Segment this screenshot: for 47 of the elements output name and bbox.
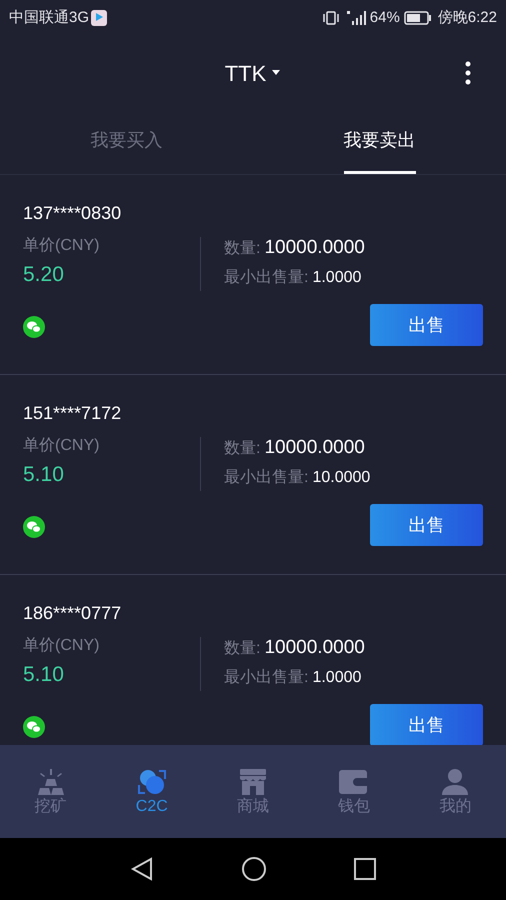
app-notification-icon <box>91 10 108 26</box>
quantity-value: 10000.0000 <box>264 436 365 460</box>
price-value: 5.10 <box>23 462 65 488</box>
battery-percent: 64% <box>370 8 400 28</box>
price-label: 单价(CNY) <box>23 636 100 656</box>
quantity-label: 数量: <box>224 239 260 259</box>
user-phone: 186****0777 <box>23 602 122 625</box>
chat-bubbles-icon <box>23 716 45 738</box>
quantity-value: 10000.0000 <box>264 636 365 660</box>
quantity-label: 数量: <box>224 439 260 459</box>
tab[interactable]: 我要卖出 <box>344 110 416 174</box>
nav-tab[interactable]: 商城 <box>202 745 304 838</box>
carrier-name: 中国联通3G <box>9 8 90 28</box>
clock-time: 傍晚6:22 <box>438 8 497 28</box>
sell-button[interactable]: 出售 <box>370 704 483 745</box>
min-sale-value: 1.0000 <box>312 268 362 288</box>
nav-tab[interactable]: C2C <box>101 745 202 838</box>
price-value: 5.20 <box>23 262 65 288</box>
coin-selector[interactable]: TTK <box>224 56 282 90</box>
price-value: 5.10 <box>23 662 65 688</box>
price-label: 单价(CNY) <box>23 236 100 256</box>
min-sale-value: 10.0000 <box>312 468 370 488</box>
min-sale-label: 最小出售量: <box>224 268 308 288</box>
chat-bubbles-icon <box>23 316 45 338</box>
quantity-value: 10000.0000 <box>264 236 365 260</box>
nav-tab[interactable]: 钱包 <box>304 745 405 838</box>
nav-tab[interactable]: 我的 <box>404 745 506 838</box>
min-sale-label: 最小出售量: <box>224 468 308 488</box>
home-icon[interactable] <box>242 857 266 881</box>
vibrate-icon <box>322 10 340 26</box>
back-icon[interactable] <box>130 857 154 881</box>
more-icon <box>465 61 471 85</box>
price-label: 单价(CNY) <box>23 436 100 456</box>
chat-bubbles-icon <box>23 516 45 538</box>
nav-tab[interactable]: 挖矿 <box>0 745 102 838</box>
user-phone: 137****0830 <box>23 202 122 225</box>
signal-icon <box>346 10 368 26</box>
battery-icon <box>404 11 432 25</box>
sell-button[interactable]: 出售 <box>370 304 483 346</box>
min-sale-value: 1.0000 <box>312 668 362 688</box>
tab[interactable]: 我要买入 <box>90 110 162 174</box>
quantity-label: 数量: <box>224 639 260 659</box>
user-phone: 151****7172 <box>23 402 122 425</box>
sell-button[interactable]: 出售 <box>370 504 483 546</box>
min-sale-label: 最小出售量: <box>224 668 308 688</box>
recents-icon[interactable] <box>354 858 376 880</box>
caret-icon <box>271 70 282 76</box>
